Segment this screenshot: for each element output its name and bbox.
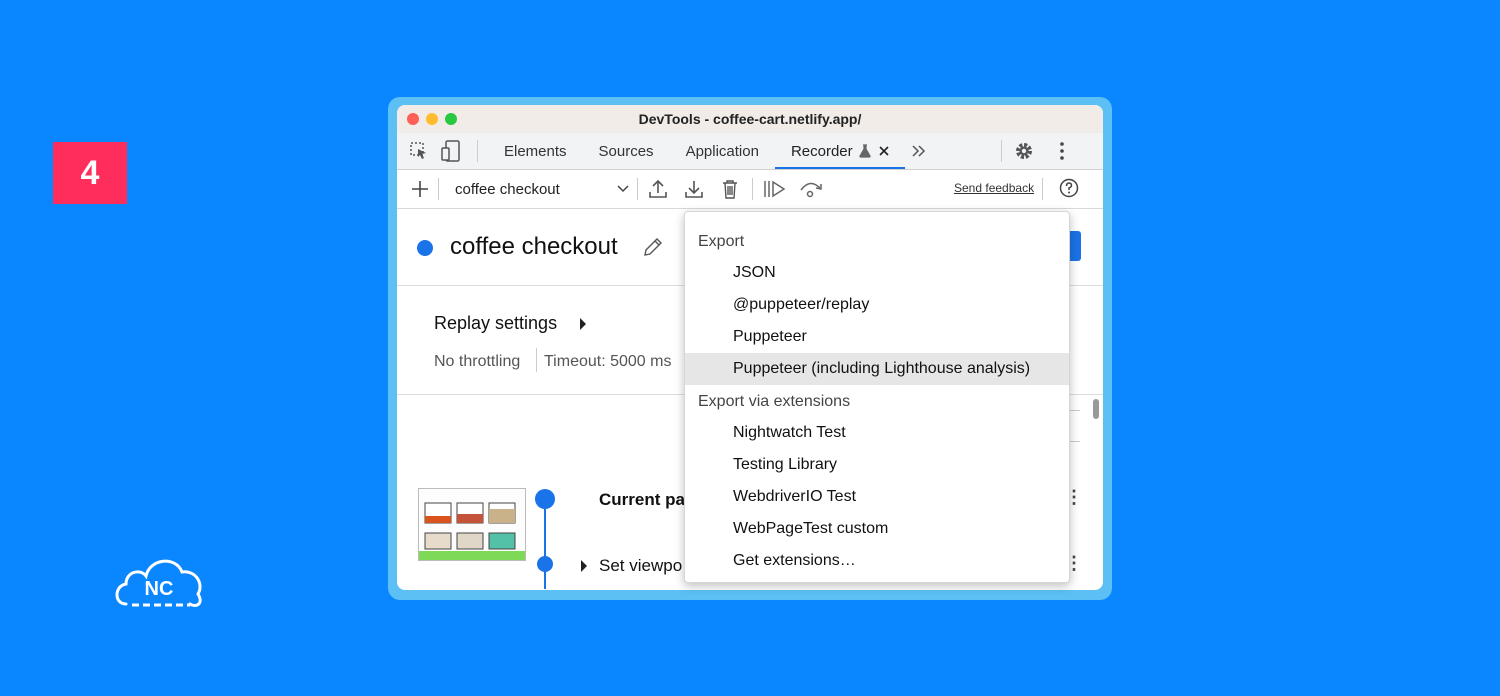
toolbar-separator — [637, 178, 638, 200]
device-toggle-icon[interactable] — [439, 139, 463, 163]
kebab-icon[interactable] — [1050, 139, 1074, 163]
flask-icon — [858, 144, 871, 158]
title-bar: DevTools - coffee-cart.netlify.app/ — [397, 105, 1103, 133]
export-testing-library-item[interactable]: Testing Library — [685, 449, 1069, 481]
recording-select-value: coffee checkout — [455, 180, 560, 198]
timeline-line — [544, 499, 546, 589]
expand-triangle-icon[interactable] — [581, 560, 587, 572]
recording-select[interactable]: coffee checkout — [439, 181, 635, 198]
minimize-window-button[interactable] — [426, 113, 438, 125]
tab-separator — [1000, 140, 1002, 162]
inspect-icon[interactable] — [407, 139, 431, 163]
replay-icon[interactable] — [760, 174, 790, 204]
tab-label: Application — [685, 142, 759, 160]
trash-icon[interactable] — [715, 174, 745, 204]
recording-status-dot — [417, 240, 433, 256]
tab-label: Recorder — [790, 142, 853, 160]
upload-icon[interactable] — [643, 174, 673, 204]
nc-logo-text: NC — [145, 578, 174, 600]
step-badge: 4 — [53, 142, 127, 204]
toolbar-separator — [752, 178, 753, 200]
export-webdriverio-item[interactable]: WebdriverIO Test — [685, 481, 1069, 513]
close-icon[interactable] — [879, 146, 889, 156]
export-puppeteer-item[interactable]: Puppeteer — [685, 321, 1069, 353]
tab-label: Elements — [504, 142, 567, 160]
tab-bar: Elements Sources Application Recorder — [397, 133, 1103, 170]
export-menu: Export JSON @puppeteer/replay Puppeteer … — [684, 211, 1070, 583]
toolbar-separator — [1042, 178, 1043, 200]
more-tabs-icon[interactable] — [907, 139, 931, 163]
tab-recorder[interactable]: Recorder — [774, 133, 905, 169]
plus-icon[interactable] — [405, 174, 435, 204]
pencil-icon[interactable] — [643, 237, 663, 257]
throttling-value: No throttling — [434, 353, 521, 370]
step-set-viewport[interactable]: Set viewpo — [599, 556, 682, 576]
timeline-dot — [535, 489, 555, 509]
tab-label: Sources — [598, 142, 654, 160]
maximize-window-button[interactable] — [445, 113, 457, 125]
get-extensions-item[interactable]: Get extensions… — [685, 545, 1069, 577]
recording-title: coffee checkout — [450, 233, 618, 260]
tab-sources[interactable]: Sources — [583, 133, 670, 169]
export-puppeteer-replay-item[interactable]: @puppeteer/replay — [685, 289, 1069, 321]
replay-settings-title[interactable]: Replay settings — [434, 313, 557, 334]
tab-application[interactable]: Application — [670, 133, 775, 169]
help-icon[interactable] — [1059, 178, 1079, 198]
export-puppeteer-lighthouse-item[interactable]: Puppeteer (including Lighthouse analysis… — [685, 353, 1069, 385]
expand-triangle-icon[interactable] — [580, 318, 586, 330]
gear-icon[interactable] — [1012, 139, 1036, 163]
settings-separator — [536, 348, 537, 372]
download-icon[interactable] — [679, 174, 709, 204]
export-webpagetest-item[interactable]: WebPageTest custom — [685, 513, 1069, 545]
extensions-menu-header: Export via extensions — [698, 393, 851, 410]
window-title: DevTools - coffee-cart.netlify.app/ — [638, 111, 862, 127]
chevron-down-icon — [617, 185, 629, 193]
export-menu-header: Export — [698, 233, 745, 250]
window-controls — [407, 113, 457, 125]
export-nightwatch-item[interactable]: Nightwatch Test — [685, 417, 1069, 449]
timeline-dot — [537, 556, 553, 572]
nc-cloud-logo: NC — [115, 559, 202, 608]
export-json-item[interactable]: JSON — [685, 257, 1069, 289]
recorder-toolbar: coffee checkout Send feedback — [397, 170, 1103, 209]
step-current-page[interactable]: Current pa — [599, 490, 685, 510]
timeout-value: Timeout: 5000 ms — [544, 353, 672, 370]
tab-elements[interactable]: Elements — [488, 133, 583, 169]
scrollbar-thumb[interactable] — [1093, 399, 1099, 419]
send-feedback-link[interactable]: Send feedback — [954, 181, 1034, 195]
step-over-icon[interactable] — [796, 174, 826, 204]
page-thumbnail — [418, 488, 526, 561]
close-window-button[interactable] — [407, 113, 419, 125]
tab-separator — [477, 140, 478, 162]
